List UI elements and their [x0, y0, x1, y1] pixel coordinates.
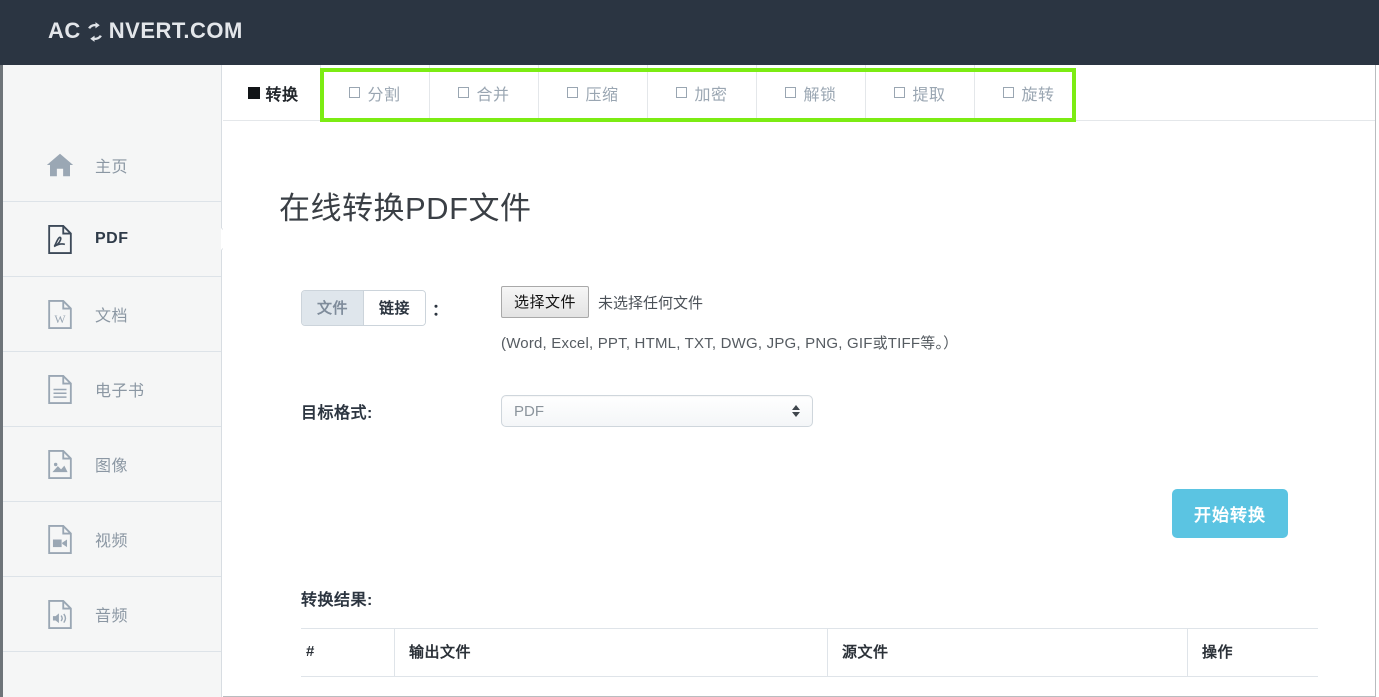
top-header-bar: AC NVERT.COM [0, 0, 1379, 65]
target-format-value: PDF [514, 403, 792, 420]
tab-label: 加密 [694, 81, 727, 105]
sidebar-item-video[interactable]: 视频 [3, 502, 221, 577]
pdf-file-icon [43, 222, 77, 256]
empty-square-icon [567, 87, 578, 98]
sidebar-item-label: 文档 [95, 302, 128, 326]
conversion-form: 在线转换PDF文件 文件 链接 ： 选择文件 未选择任何文件 (Word, Ex… [223, 121, 1375, 677]
file-input[interactable]: 选择文件 未选择任何文件 [501, 286, 1375, 318]
column-header-index: # [301, 629, 395, 677]
page-title: 在线转换PDF文件 [223, 121, 1375, 228]
sidebar-item-label: 视频 [95, 527, 128, 551]
convert-action-row: 开始转换 [223, 489, 1375, 538]
tool-tab-bar: 转换 分割 合并 压缩 加密 解锁 提取 旋转 [223, 65, 1375, 121]
filled-square-icon [248, 87, 260, 99]
convert-refresh-icon [84, 21, 106, 43]
target-format-select[interactable]: PDF [501, 395, 813, 427]
main-content-area: 转换 分割 合并 压缩 加密 解锁 提取 旋转 [223, 65, 1376, 697]
tab-merge[interactable]: 合并 [429, 65, 538, 120]
tab-split[interactable]: 分割 [320, 65, 429, 120]
sidebar-item-label: PDF [95, 230, 129, 248]
tab-label: 解锁 [803, 81, 836, 105]
table-header-row: # 输出文件 源文件 操作 [301, 629, 1318, 677]
sidebar-item-document[interactable]: W 文档 [3, 277, 221, 352]
image-file-icon [43, 447, 77, 481]
file-or-link-toggle: 文件 链接 [301, 290, 426, 326]
sidebar-item-label: 主页 [95, 153, 128, 177]
empty-square-icon [458, 87, 469, 98]
sidebar-item-home[interactable]: 主页 [3, 128, 221, 202]
tab-encrypt[interactable]: 加密 [647, 65, 756, 120]
results-title: 转换结果: [301, 586, 1375, 610]
sidebar-item-pdf[interactable]: PDF [3, 202, 221, 277]
source-tab-link[interactable]: 链接 [364, 291, 425, 325]
selected-file-name: 未选择任何文件 [598, 292, 703, 313]
sidebar-item-label: 图像 [95, 452, 128, 476]
results-section: 转换结果: # 输出文件 源文件 操作 [223, 586, 1375, 677]
tab-extract[interactable]: 提取 [865, 65, 974, 120]
tab-convert[interactable]: 转换 [223, 65, 320, 120]
column-header-source-file: 源文件 [828, 629, 1188, 677]
tab-label: 旋转 [1021, 81, 1054, 105]
video-file-icon [43, 522, 77, 556]
sidebar-item-audio[interactable]: 音频 [3, 577, 221, 652]
tab-compress[interactable]: 压缩 [538, 65, 647, 120]
source-colon: ： [432, 296, 448, 320]
sidebar-item-label: 电子书 [95, 377, 145, 401]
column-header-action: 操作 [1188, 629, 1319, 677]
logo-text-suffix: NVERT.COM [109, 18, 243, 44]
tab-unlock[interactable]: 解锁 [756, 65, 865, 120]
target-format-row: 目标格式: PDF [223, 395, 1375, 427]
audio-file-icon [43, 597, 77, 631]
source-tab-file[interactable]: 文件 [302, 291, 364, 325]
empty-square-icon [676, 87, 687, 98]
tab-label: 分割 [367, 81, 400, 105]
sidebar-item-ebook[interactable]: 电子书 [3, 352, 221, 427]
target-format-label: 目标格式: [301, 399, 501, 423]
empty-square-icon [1003, 87, 1014, 98]
logo-text-prefix: AC [48, 18, 81, 44]
tab-label: 压缩 [585, 81, 618, 105]
column-header-output-file: 输出文件 [395, 629, 828, 677]
results-table: # 输出文件 源文件 操作 [301, 628, 1318, 677]
tab-label: 提取 [912, 81, 945, 105]
sidebar-item-label: 音频 [95, 602, 128, 626]
empty-square-icon [894, 87, 905, 98]
sidebar-item-image[interactable]: 图像 [3, 427, 221, 502]
ebook-icon [43, 372, 77, 406]
svg-text:W: W [54, 312, 66, 326]
site-logo[interactable]: AC NVERT.COM [48, 18, 243, 44]
start-convert-button[interactable]: 开始转换 [1172, 489, 1288, 538]
tab-rotate[interactable]: 旋转 [974, 65, 1083, 120]
word-document-icon: W [43, 297, 77, 331]
home-icon [43, 148, 77, 182]
source-type-selector: 文件 链接 ： [301, 286, 501, 326]
empty-square-icon [349, 87, 360, 98]
select-stepper-arrows-icon [792, 405, 800, 417]
choose-file-button[interactable]: 选择文件 [501, 286, 589, 318]
file-picker-column: 选择文件 未选择任何文件 (Word, Excel, PPT, HTML, TX… [501, 286, 1375, 353]
sidebar: 主页 PDF W 文档 [3, 65, 222, 697]
tab-label: 合并 [476, 81, 509, 105]
source-input-row: 文件 链接 ： 选择文件 未选择任何文件 (Word, Excel, PPT, … [223, 286, 1375, 353]
tab-label: 转换 [265, 81, 298, 105]
empty-square-icon [785, 87, 796, 98]
supported-formats-hint: (Word, Excel, PPT, HTML, TXT, DWG, JPG, … [501, 332, 1375, 353]
